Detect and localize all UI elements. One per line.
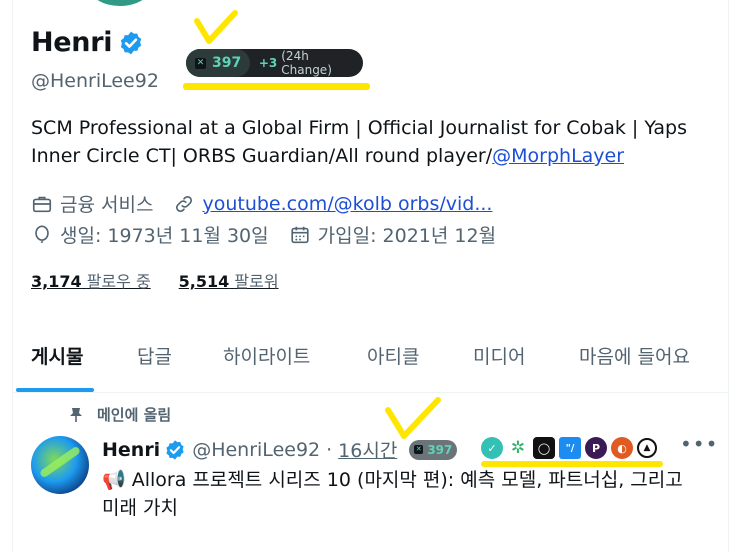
follow-stats: 3,174 팔로우 중 5,514 팔로워: [31, 268, 279, 292]
score-change-label: (24h Change): [281, 49, 332, 77]
pinned-indicator: 메인에 올림: [69, 404, 171, 425]
post-score-value: 397: [427, 442, 453, 457]
project-badges: ✓ ✲ ◯ "/ P ◐ ▲: [481, 437, 657, 459]
tab-articles-label: 아티클: [367, 346, 420, 368]
tab-likes-label: 마음에 들어요: [579, 346, 690, 368]
x-logo-icon: ✕: [414, 445, 424, 454]
tab-posts-label: 게시물: [31, 346, 84, 368]
following-count: 3,174: [31, 272, 82, 291]
checkmark-annotation-icon: [194, 10, 238, 44]
score-pill[interactable]: ✕ 397 +3 (24h Change): [186, 49, 363, 77]
post-header: Henri @HenriLee92 · 16시간 ✕ 397: [102, 436, 458, 463]
post-timestamp[interactable]: 16시간: [338, 436, 397, 463]
highlight-underline-score: [183, 83, 370, 90]
profile-bio: SCM Professional at a Global Firm | Offi…: [31, 114, 721, 170]
tab-posts[interactable]: 게시물: [31, 330, 83, 390]
frame-right-border: [728, 0, 729, 552]
verified-badge-icon[interactable]: [118, 30, 144, 56]
pinned-label: 메인에 올림: [97, 406, 172, 424]
balloon-icon: [35, 224, 49, 243]
tab-articles[interactable]: 아티클: [367, 330, 419, 390]
x-logo-icon: ✕: [195, 57, 206, 69]
post-score-pill[interactable]: ✕ 397: [409, 439, 458, 460]
profile-meta-row-2: 생일: 1973년 11월 30일 가입일: 2021년 12월: [31, 221, 516, 248]
post-author-handle[interactable]: @HenriLee92: [192, 439, 320, 461]
purple-p-badge-icon[interactable]: P: [585, 437, 607, 459]
bio-mention-link[interactable]: @MorphLayer: [492, 145, 624, 167]
following-link[interactable]: 3,174 팔로우 중: [31, 268, 151, 292]
post-author-name[interactable]: Henri: [102, 439, 160, 461]
dark-logo-badge-icon[interactable]: ▲: [637, 438, 657, 458]
post-text: 📢 Allora 프로젝트 시리즈 10 (마지막 편): 예측 모델, 파트너…: [102, 469, 683, 519]
tab-media[interactable]: 미디어: [473, 330, 525, 390]
post-avatar[interactable]: [31, 436, 89, 494]
profile-category-label: 금융 서비스: [60, 194, 154, 216]
profile-birth-label: 생일: 1973년 11월 30일: [60, 225, 269, 247]
followers-count: 5,514: [178, 272, 230, 291]
frame-left-border: [12, 0, 13, 552]
calendar-icon: [291, 226, 309, 243]
pin-icon: [70, 407, 82, 422]
tab-highlights-label: 하이라이트: [223, 346, 311, 368]
profile-handle: @HenriLee92: [31, 70, 159, 92]
profile-website[interactable]: youtube.com/@kolb orbs/vid...: [173, 193, 492, 215]
followers-label: 팔로워: [234, 272, 279, 291]
tab-highlights[interactable]: 하이라이트: [223, 330, 310, 390]
score-value: 397: [212, 55, 242, 71]
tab-replies-label: 답글: [137, 346, 172, 368]
profile-display-name: Henri: [31, 27, 113, 58]
score-left: ✕ 397: [186, 49, 250, 77]
post-separator: ·: [326, 438, 333, 461]
profile-tabs: 게시물 답글 하이라이트 아티클 미디어 마음에 들어요: [13, 330, 728, 390]
tabs-divider: [13, 392, 728, 393]
link-icon: [176, 195, 193, 212]
blue-square-badge-icon[interactable]: "/: [559, 437, 581, 459]
black-ring-badge-icon[interactable]: ◯: [533, 437, 555, 459]
profile-category: 금융 서비스: [31, 190, 153, 217]
tab-replies[interactable]: 답글: [137, 330, 172, 390]
tab-likes[interactable]: 마음에 들어요: [579, 330, 690, 390]
followers-link[interactable]: 5,514 팔로워: [179, 268, 279, 292]
verified-badge-icon[interactable]: [164, 439, 186, 461]
profile-name-row: Henri: [31, 27, 144, 58]
profile-birth: 생일: 1973년 11월 30일: [31, 221, 269, 248]
briefcase-icon: [32, 196, 52, 212]
profile-avatar-edge[interactable]: [90, 0, 150, 6]
score-change: +3: [258, 56, 278, 70]
orange-swirl-badge-icon[interactable]: ◐: [611, 437, 633, 459]
following-label: 팔로우 중: [86, 272, 151, 291]
profile-joined: 가입일: 2021년 12월: [289, 221, 496, 248]
profile-meta-row-1: 금융 서비스 youtube.com/@kolb orbs/vid...: [31, 190, 512, 217]
tab-media-label: 미디어: [473, 346, 526, 368]
verified-teal-badge-icon[interactable]: ✓: [481, 437, 503, 459]
more-icon[interactable]: •••: [680, 432, 718, 456]
profile-joined-label: 가입일: 2021년 12월: [317, 225, 497, 247]
profile-website-link[interactable]: youtube.com/@kolb orbs/vid...: [202, 193, 492, 215]
green-star-badge-icon[interactable]: ✲: [507, 437, 529, 459]
